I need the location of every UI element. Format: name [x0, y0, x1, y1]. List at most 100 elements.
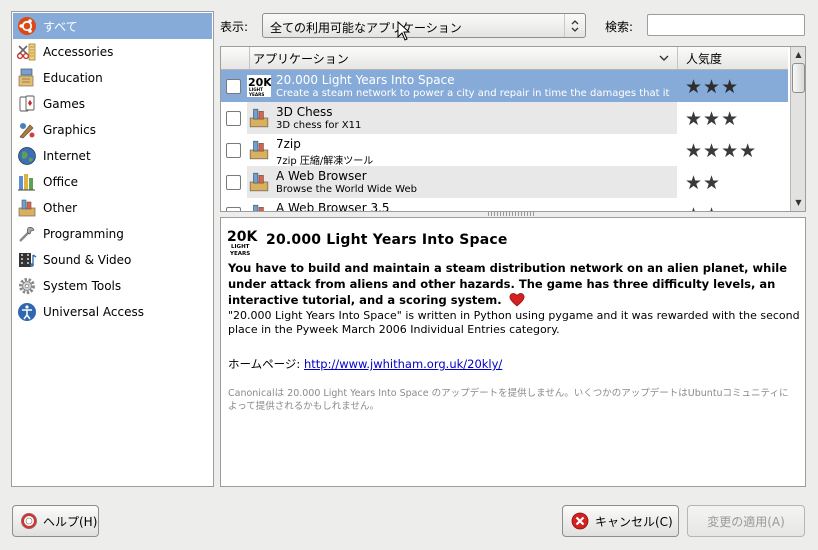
- app-name: 20.000 Light Years Into Space: [276, 73, 455, 87]
- rating-stars: ★★★★: [685, 140, 758, 162]
- show-label: 表示:: [220, 20, 249, 34]
- category-system-tools[interactable]: System Tools: [13, 273, 212, 299]
- category-label: Graphics: [43, 123, 96, 137]
- svg-text:20K: 20K: [227, 229, 258, 245]
- accessories-icon: [16, 41, 38, 63]
- app-name: 3D Chess: [276, 105, 333, 119]
- package-icon: [247, 203, 271, 211]
- app-description: 3D chess for X11: [276, 120, 362, 131]
- table-row[interactable]: A Web Browser Browse the World Wide Web …: [221, 166, 788, 198]
- list-scrollbar[interactable]: ▲ ▼: [790, 47, 805, 211]
- category-other[interactable]: Other: [13, 195, 212, 221]
- ubuntu-logo-icon: [16, 15, 38, 37]
- mouse-cursor-icon: [397, 20, 411, 44]
- category-label: System Tools: [43, 279, 122, 293]
- app-name: A Web Browser 3.5: [276, 201, 390, 212]
- column-header-popularity[interactable]: 人気度: [677, 47, 797, 69]
- category-label: Programming: [43, 227, 124, 241]
- internet-icon: [16, 145, 38, 167]
- package-icon: [247, 171, 271, 193]
- search-label: 検索:: [605, 20, 634, 34]
- scroll-up-icon[interactable]: ▲: [791, 47, 805, 61]
- scroll-thumb[interactable]: [792, 63, 805, 93]
- category-programming[interactable]: Programming: [13, 221, 212, 247]
- table-row[interactable]: 20K LIGHT YEARS 20.000 Light Years Into Sp…: [221, 70, 788, 102]
- description-bold-text: You have to build and maintain a steam d…: [228, 261, 788, 307]
- category-education[interactable]: Education: [13, 65, 212, 91]
- sound-video-icon: [16, 249, 38, 271]
- dropdown-arrows-icon: [564, 14, 585, 37]
- homepage-line: ホームページ: http://www.jwhitham.org.uk/20kly…: [228, 356, 502, 372]
- programming-icon: [16, 223, 38, 245]
- install-checkbox[interactable]: [226, 207, 241, 211]
- column-header-label: 人気度: [686, 51, 723, 66]
- column-header-application[interactable]: アプリケーション: [249, 47, 683, 69]
- category-label: すべて: [43, 19, 78, 34]
- help-button-label: ヘルプ(H): [43, 514, 98, 529]
- table-row[interactable]: A Web Browser 3.5 ★★: [221, 198, 788, 212]
- education-icon: [16, 67, 38, 89]
- scroll-down-icon[interactable]: ▼: [791, 195, 805, 209]
- apply-button-label: 変更の適用(A): [707, 514, 785, 529]
- category-all[interactable]: すべて: [13, 13, 212, 39]
- install-checkbox[interactable]: [226, 143, 241, 158]
- 20k-logo-icon: 20K LIGHT YEARS: [227, 228, 259, 257]
- universal-access-icon: [16, 301, 38, 323]
- rating-stars: ★★: [685, 204, 721, 211]
- app-description: Browse the World Wide Web: [276, 184, 417, 195]
- category-label: Sound & Video: [43, 253, 132, 267]
- rating-stars: ★★★: [685, 108, 740, 130]
- svg-text:YEARS: YEARS: [248, 92, 264, 97]
- rating-stars: ★★★: [685, 76, 740, 98]
- show-filter-dropdown[interactable]: 全ての利用可能なアプリケーション: [262, 13, 586, 38]
- app-name: A Web Browser: [276, 169, 367, 183]
- category-graphics[interactable]: Graphics: [13, 117, 212, 143]
- canonical-support-note: Canonicalは 20.000 Light Years Into Space…: [228, 388, 789, 412]
- cancel-button-label: キャンセル(C): [595, 514, 673, 529]
- office-icon: [16, 171, 38, 193]
- svg-text:LIGHT: LIGHT: [231, 244, 250, 250]
- table-row[interactable]: 3D Chess 3D chess for X11 ★★★: [221, 102, 788, 134]
- install-checkbox[interactable]: [226, 111, 241, 126]
- category-label: Office: [43, 175, 79, 189]
- apply-changes-button[interactable]: 変更の適用(A): [687, 505, 805, 537]
- pane-resize-handle[interactable]: [488, 212, 536, 216]
- help-button[interactable]: ヘルプ(H): [12, 505, 99, 537]
- app-title: 20.000 Light Years Into Space: [266, 232, 508, 248]
- package-icon: [247, 139, 271, 161]
- app-detail-panel: 20K LIGHT YEARS 20.000 Light Years Into Sp…: [220, 217, 806, 487]
- cancel-button[interactable]: キャンセル(C): [562, 505, 679, 537]
- application-list: アプリケーション 人気度 20K LIGHT YEARS 20.000 Light …: [220, 46, 806, 212]
- category-sidebar: すべて Accessories Education Games Graphics…: [11, 11, 214, 487]
- package-icon: [247, 107, 271, 129]
- category-sound-video[interactable]: Sound & Video: [13, 247, 212, 273]
- category-games[interactable]: Games: [13, 91, 212, 117]
- app-name: 7zip: [276, 137, 301, 151]
- show-filter-value: 全ての利用可能なアプリケーション: [270, 21, 462, 35]
- search-input[interactable]: [647, 14, 805, 36]
- category-label: Other: [43, 201, 78, 215]
- app-description: 7zip 圧縮/解凍ツール: [276, 156, 374, 167]
- games-icon: [16, 93, 38, 115]
- other-icon: [16, 197, 38, 219]
- category-label: Accessories: [43, 45, 114, 59]
- column-header-label: アプリケーション: [253, 51, 349, 66]
- rating-stars: ★★: [685, 172, 722, 194]
- cancel-icon: [571, 512, 589, 530]
- table-row[interactable]: 7zip 7zip 圧縮/解凍ツール ★★★★: [221, 134, 788, 167]
- install-checkbox[interactable]: [226, 79, 241, 94]
- homepage-label: ホームページ:: [228, 357, 304, 371]
- category-universal-access[interactable]: Universal Access: [13, 299, 212, 325]
- app-description-bold: You have to build and maintain a steam d…: [228, 260, 800, 311]
- install-checkbox[interactable]: [226, 175, 241, 190]
- app-description-normal: "20.000 Light Years Into Space" is writt…: [228, 309, 800, 336]
- sort-chevron-down-icon: [658, 47, 670, 69]
- category-accessories[interactable]: Accessories: [13, 39, 212, 65]
- category-internet[interactable]: Internet: [13, 143, 212, 169]
- app-description: Create a steam network to power a city a…: [276, 88, 671, 99]
- homepage-link[interactable]: http://www.jwhitham.org.uk/20kly/: [304, 357, 502, 371]
- category-label: Games: [43, 97, 85, 111]
- category-label: Internet: [43, 149, 91, 163]
- category-label: Education: [43, 71, 103, 85]
- category-office[interactable]: Office: [13, 169, 212, 195]
